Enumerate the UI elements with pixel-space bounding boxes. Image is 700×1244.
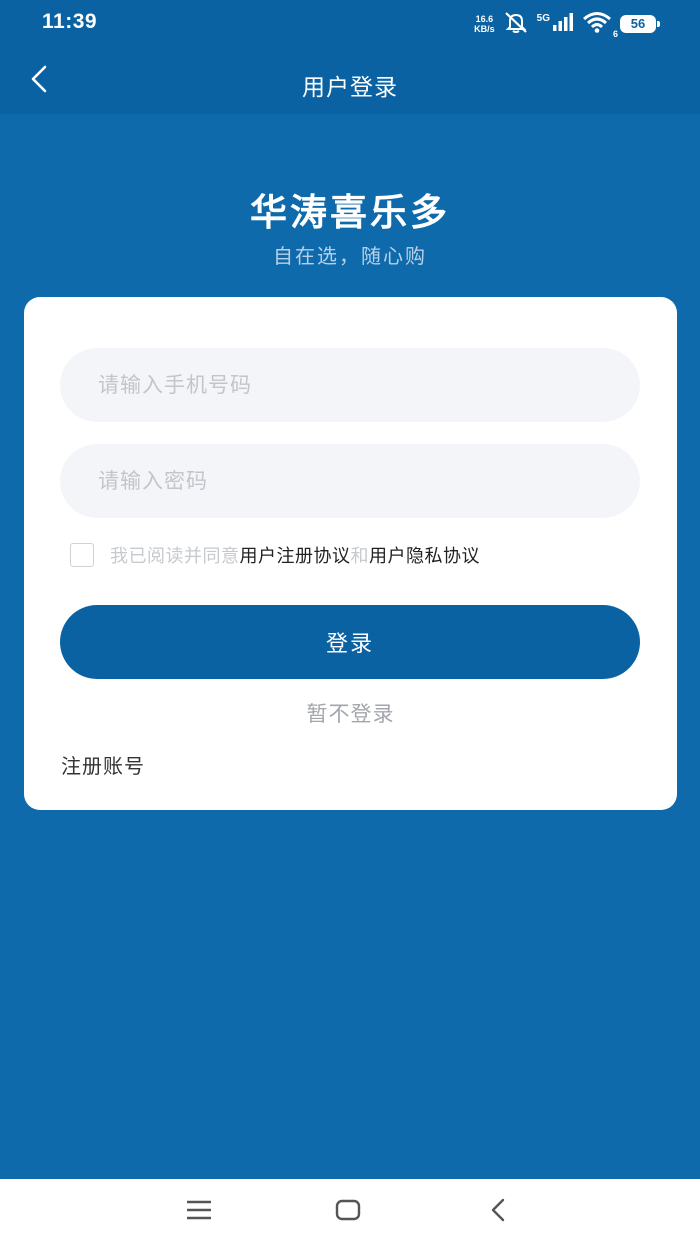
status-bar: 11:39 16.6 KB/s 5G 6 56	[0, 0, 700, 48]
menu-icon	[186, 1199, 212, 1225]
menu-button[interactable]	[183, 1196, 215, 1228]
login-card: 我已阅读并同意用户注册协议和用户隐私协议 登录 暂不登录 注册账号	[24, 297, 677, 810]
login-button[interactable]: 登录	[60, 605, 640, 679]
phone-field-wrap	[60, 348, 640, 422]
status-time: 11:39	[42, 10, 98, 33]
home-button[interactable]	[332, 1196, 364, 1228]
brand-subtitle: 自在选，随心购	[273, 244, 427, 268]
agreement-text: 我已阅读并同意用户注册协议和用户隐私协议	[110, 542, 480, 568]
cellular-signal-icon	[552, 12, 574, 36]
phone-input[interactable]	[60, 348, 640, 422]
skip-login-link[interactable]: 暂不登录	[24, 698, 677, 728]
network-speed-unit: KB/s	[474, 24, 495, 34]
status-icons: 16.6 KB/s 5G 6 56	[474, 11, 660, 39]
system-back-button[interactable]	[482, 1196, 514, 1228]
password-field-wrap	[60, 444, 640, 518]
mute-icon	[503, 11, 529, 37]
system-nav-bar	[0, 1179, 700, 1244]
user-registration-agreement-link[interactable]: 用户注册协议	[240, 546, 351, 567]
nav-bar: 用户登录	[0, 48, 700, 114]
page-title: 用户登录	[302, 75, 398, 101]
password-input[interactable]	[60, 444, 640, 518]
agreement-row: 我已阅读并同意用户注册协议和用户隐私协议	[70, 542, 480, 568]
back-icon	[488, 1197, 508, 1227]
network-type-label: 5G	[536, 12, 550, 24]
home-icon	[335, 1199, 361, 1225]
battery-icon: 56	[620, 15, 660, 33]
agreement-prefix: 我已阅读并同意	[110, 546, 240, 567]
network-speed-value: 16.6	[475, 14, 494, 24]
battery-level: 56	[630, 16, 646, 31]
register-link[interactable]: 注册账号	[61, 750, 145, 779]
brand-title: 华涛喜乐多	[250, 191, 450, 234]
privacy-policy-link[interactable]: 用户隐私协议	[369, 546, 480, 567]
agreement-and: 和	[350, 546, 369, 567]
wifi-label: 6	[612, 29, 618, 39]
wifi-icon: 6	[582, 11, 618, 39]
network-speed: 16.6 KB/s	[474, 14, 495, 34]
agree-checkbox[interactable]	[70, 543, 94, 567]
